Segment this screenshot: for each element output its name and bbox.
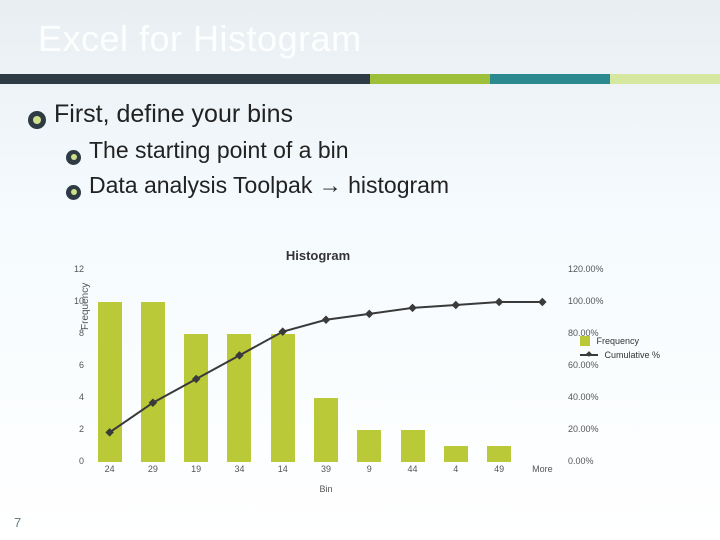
x-tick: More: [532, 464, 553, 474]
bullet-s2: Data analysis Toolpak → histogram: [66, 172, 692, 199]
y-left-tick: 12: [54, 264, 84, 274]
legend-item-cumulative: Cumulative %: [580, 350, 660, 360]
title-divider: [0, 74, 720, 84]
y-left-tick: 4: [54, 392, 84, 402]
line-series: [88, 270, 564, 462]
x-tick: 49: [494, 464, 504, 474]
y-right-tick: 40.00%: [568, 392, 618, 402]
y-left-tick: 0: [54, 456, 84, 466]
bullet-text-part: Data analysis Toolpak: [89, 172, 319, 198]
y-left-tick: 8: [54, 328, 84, 338]
y-left-tick: 10: [54, 296, 84, 306]
x-tick: 44: [408, 464, 418, 474]
chart-title: Histogram: [48, 248, 588, 263]
accent-stripe: [490, 74, 610, 84]
accent-stripe: [610, 74, 720, 84]
page-number: 7: [14, 515, 21, 530]
y-left-tick: 6: [54, 360, 84, 370]
chart: Histogram 242919341439944449More Frequen…: [48, 248, 688, 498]
x-ticks: 242919341439944449More: [88, 464, 564, 478]
x-tick: 24: [105, 464, 115, 474]
y-axis-label: Frequency: [80, 283, 91, 330]
x-tick: 19: [191, 464, 201, 474]
bullet-icon: [66, 150, 81, 165]
y-right-tick: 120.00%: [568, 264, 618, 274]
slide-title: Excel for Histogram: [38, 18, 362, 60]
bullet-text-part: histogram: [342, 172, 449, 198]
body-content: First, define your bins The starting poi…: [28, 100, 692, 207]
bullet-text: First, define your bins: [54, 100, 293, 129]
y-right-tick: 0.00%: [568, 456, 618, 466]
y-right-tick: 80.00%: [568, 328, 618, 338]
slide: Excel for Histogram First, define your b…: [0, 0, 720, 540]
bullet-icon: [28, 111, 46, 129]
accent-stripe: [370, 74, 490, 84]
x-tick: 4: [453, 464, 458, 474]
legend-line-icon: [580, 354, 598, 356]
arrow-icon: →: [319, 172, 342, 198]
plot-area: 242919341439944449More Frequency Bin Fre…: [88, 270, 564, 462]
bullet-l1: First, define your bins: [28, 100, 692, 129]
x-tick: 29: [148, 464, 158, 474]
bullet-text: Data analysis Toolpak → histogram: [89, 172, 449, 199]
x-tick: 14: [278, 464, 288, 474]
x-tick: 9: [367, 464, 372, 474]
y-right-tick: 60.00%: [568, 360, 618, 370]
legend-label: Cumulative %: [604, 350, 660, 360]
bullet-icon: [66, 185, 81, 200]
bullet-text: The starting point of a bin: [89, 137, 349, 164]
x-tick: 34: [234, 464, 244, 474]
bullet-s1: The starting point of a bin: [66, 137, 692, 164]
x-axis-label: Bin: [88, 484, 564, 494]
x-tick: 39: [321, 464, 331, 474]
y-left-tick: 2: [54, 424, 84, 434]
y-right-tick: 100.00%: [568, 296, 618, 306]
y-right-tick: 20.00%: [568, 424, 618, 434]
